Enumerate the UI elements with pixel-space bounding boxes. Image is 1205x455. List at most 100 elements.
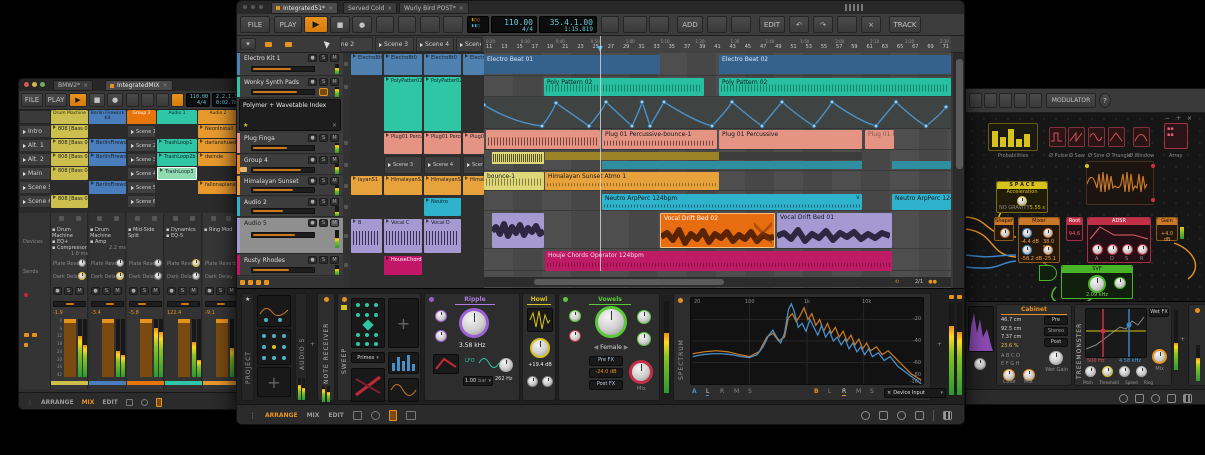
clip[interactable]: 808 [Bass 08] - Ha [51, 125, 88, 138]
arranger-clip[interactable]: Himalayan Sunset Atmo 1 [545, 172, 719, 190]
mute-button[interactable]: M [151, 287, 160, 295]
root-module[interactable]: Root 94.6 [1066, 217, 1083, 241]
track-row-wonky[interactable]: Wonky Synth Pads ● S M [237, 77, 343, 98]
clip[interactable]: B [351, 219, 382, 253]
channel-button[interactable]: M [734, 388, 739, 395]
solo-button[interactable]: S [319, 156, 328, 164]
arm-button[interactable]: ● [205, 287, 214, 295]
stop-button[interactable] [173, 216, 178, 221]
clip[interactable]: PolyPatter02 [384, 77, 422, 131]
device-item[interactable]: ▪ Drum Machine [90, 227, 126, 239]
mix-knob[interactable] [629, 360, 653, 384]
clip[interactable]: Plug01 Percu [384, 133, 422, 154]
howl-knob[interactable] [527, 376, 538, 387]
mute-button[interactable]: M [330, 219, 339, 227]
arranger-clip[interactable]: Electro Beat 02 [719, 55, 951, 74]
clip[interactable]: 808 [Bass 08] - Ha [51, 167, 88, 180]
clip-launcher-icon[interactable] [24, 333, 29, 337]
favorite-star-icon[interactable]: ★ [243, 122, 248, 129]
volume-fader[interactable] [251, 66, 315, 72]
track-row-audio2[interactable]: Audio 2 ● S M [237, 197, 343, 217]
arranger-clip[interactable]: Poly Pattern 02 [544, 78, 704, 96]
vowel-selector[interactable]: ◀ Female ▶ [589, 344, 633, 351]
device-enable-icon[interactable] [342, 297, 347, 302]
device-enable-icon[interactable] [563, 297, 568, 302]
shaper-knob[interactable] [1000, 228, 1010, 238]
cabinet-device[interactable]: Cabinet 46.7 cm92.5 cm7.37 cm23.6 % A B … [996, 304, 1072, 386]
volume-fader[interactable] [251, 89, 315, 95]
send-label[interactable]: Dark Delay [91, 274, 119, 280]
speed-knob[interactable] [1119, 366, 1130, 377]
clip[interactable]: 808 [Bass 08] - Ha [51, 195, 88, 208]
tempo-display[interactable]: 110.004/4 [186, 93, 210, 107]
arranger-clip[interactable]: Plug 01 Percussive [719, 130, 862, 149]
mute-button[interactable]: M [330, 54, 339, 62]
arranger[interactable]: Electro Beat 01 Electro Beat 02 Poly Pat… [484, 53, 951, 288]
ripple-knob[interactable] [435, 310, 447, 322]
send-knob[interactable] [192, 259, 200, 267]
stop-button[interactable] [76, 216, 81, 221]
stop-button[interactable] [344, 263, 348, 267]
stop-button[interactable]: ■ [330, 16, 350, 33]
track-row-group4[interactable]: Group 4 ● S M [237, 155, 343, 175]
red-mod-display[interactable] [351, 368, 385, 402]
volume-fader[interactable] [216, 319, 228, 377]
palette-window[interactable] [1133, 127, 1150, 147]
clip[interactable]: NeonInstall [198, 125, 237, 138]
track-header-drum-machine[interactable]: Drum Machine [51, 110, 88, 124]
audio5-track-tab[interactable]: AUDIO 5 [295, 293, 307, 401]
pan-slider[interactable] [53, 301, 86, 307]
tab-served-cold[interactable]: Served Cold× [343, 2, 397, 14]
scope-module[interactable] [1086, 161, 1154, 205]
group-scene-cell[interactable]: Scene 3 [384, 156, 422, 174]
view-arrange[interactable]: ARRANGE [265, 412, 298, 419]
devices-section-label[interactable]: Devices [23, 239, 43, 245]
svf-cutoff-knob[interactable] [1088, 275, 1106, 293]
arranger-vscrollbar[interactable] [953, 53, 965, 288]
solo-button[interactable]: S [64, 287, 73, 295]
arranger-clip[interactable]: Neutro ArpPerc 124bpm [892, 194, 951, 210]
zoom-traffic-light[interactable] [40, 82, 45, 87]
record-button[interactable]: ● [107, 93, 123, 107]
mute-button[interactable]: M [113, 287, 122, 295]
zoom-in-icon[interactable]: + [1176, 115, 1187, 122]
palette-triangle[interactable] [1108, 127, 1125, 147]
track-tool-icon[interactable] [264, 280, 269, 285]
space-module[interactable]: S P A C E Acceleration NO GRAVITY 5.55 s [996, 181, 1048, 213]
dial-icon[interactable] [1151, 394, 1160, 403]
post-button[interactable]: Post [1044, 338, 1068, 347]
arm-button[interactable]: ● [308, 156, 317, 164]
port-out[interactable] [1151, 198, 1155, 202]
loop-icon[interactable] [623, 16, 647, 33]
solo-button[interactable]: S [319, 78, 328, 86]
automation-lane[interactable] [484, 97, 951, 129]
panel-menu-icon[interactable]: ⋮ [27, 399, 33, 406]
clip[interactable]: HimalayanS1 [424, 176, 461, 195]
empty-module-slot[interactable]: + [257, 367, 291, 397]
close-icon[interactable]: × [328, 5, 333, 12]
scene-header-2[interactable]: Scene 2 [340, 37, 373, 52]
clip[interactable]: Neutro [424, 198, 461, 216]
play-menu-button[interactable]: PLAY [274, 16, 302, 33]
add-track-button[interactable]: ADD [677, 16, 703, 33]
arm-button[interactable]: ● [167, 287, 176, 295]
howl-gain-value[interactable]: +19.4 dB [527, 362, 553, 368]
ripple-device[interactable]: Ripple 3.58 kHz LFO 1.00bar▾ 262 Hz [424, 293, 520, 401]
stop-button[interactable] [344, 163, 348, 167]
volume-fader[interactable] [251, 145, 315, 151]
piano-keyboard-icon[interactable] [943, 411, 952, 420]
device-item[interactable]: ▪ Ring Mod [204, 227, 237, 233]
device-item[interactable]: ▪ EQ-5 [166, 233, 202, 239]
stop-button[interactable] [344, 205, 348, 209]
filter-type-display[interactable] [433, 354, 459, 374]
channel-a-button[interactable]: A [692, 388, 697, 395]
clip-playing[interactable]: TrashLoop3 [157, 167, 197, 180]
device-item[interactable]: ▪ Mid-Side Split [128, 227, 164, 239]
track-tool-icon[interactable] [240, 280, 245, 285]
xy-module[interactable] [257, 295, 291, 327]
track-header-menu-icon[interactable]: ▾ [240, 38, 256, 50]
send-knob[interactable] [154, 259, 162, 267]
arranger-hscrollbar[interactable]: 2/1 ●● ⟲ [484, 277, 951, 287]
track-header-group3[interactable]: Group 3 [127, 110, 156, 124]
scene-alt1[interactable]: Alt. 1 [19, 139, 51, 152]
